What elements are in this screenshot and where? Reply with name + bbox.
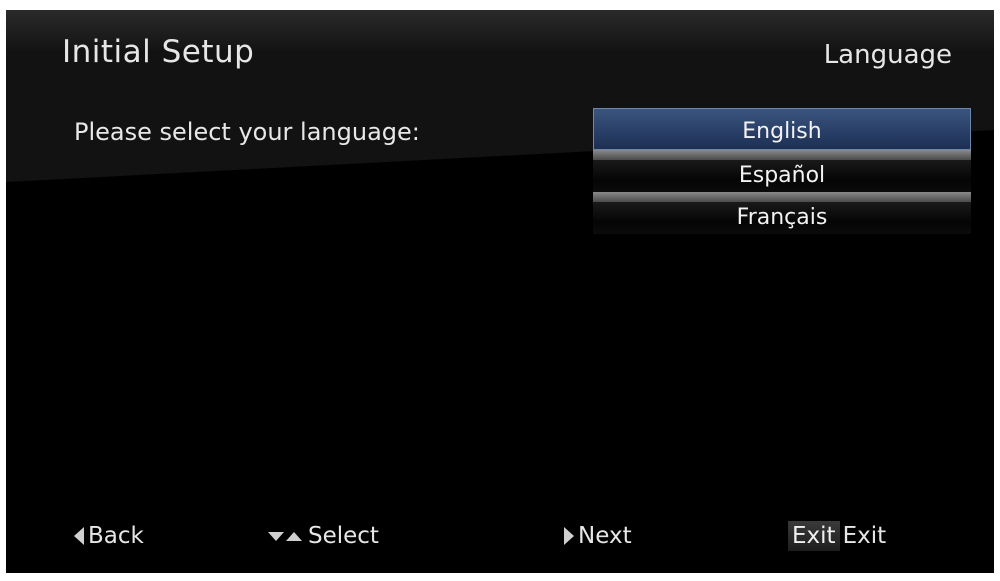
language-option-english[interactable]: English <box>593 108 971 150</box>
language-option-espanol[interactable]: Español <box>593 150 971 192</box>
language-option-francais[interactable]: Français <box>593 192 971 234</box>
option-divider <box>593 150 971 160</box>
background-sheen <box>6 10 994 182</box>
exit-button[interactable]: Exit Exit <box>788 520 886 552</box>
language-list: English Español Français <box>593 108 971 234</box>
footer-bar: Back Select Next Exit Exit <box>6 520 994 552</box>
language-option-label: Français <box>736 205 828 230</box>
exit-label: Exit <box>842 523 887 549</box>
next-label: Next <box>578 523 632 549</box>
language-option-label: English <box>742 119 822 144</box>
back-label: Back <box>88 523 144 549</box>
option-divider <box>593 192 971 202</box>
right-arrow-icon <box>564 527 574 545</box>
back-button[interactable]: Back <box>74 520 144 552</box>
left-arrow-icon <box>74 527 84 545</box>
language-option-label: Español <box>738 163 826 188</box>
next-button[interactable]: Next <box>564 520 632 552</box>
select-hint[interactable]: Select <box>268 520 379 552</box>
down-arrow-icon <box>268 531 284 541</box>
page-title: Initial Setup <box>62 34 255 70</box>
select-label: Select <box>308 523 379 549</box>
exit-key-icon: Exit <box>788 521 840 551</box>
setup-screen: Initial Setup Language Please select you… <box>6 10 994 573</box>
up-arrow-icon <box>286 531 302 541</box>
language-prompt: Please select your language: <box>74 118 420 146</box>
section-title: Language <box>823 40 952 70</box>
